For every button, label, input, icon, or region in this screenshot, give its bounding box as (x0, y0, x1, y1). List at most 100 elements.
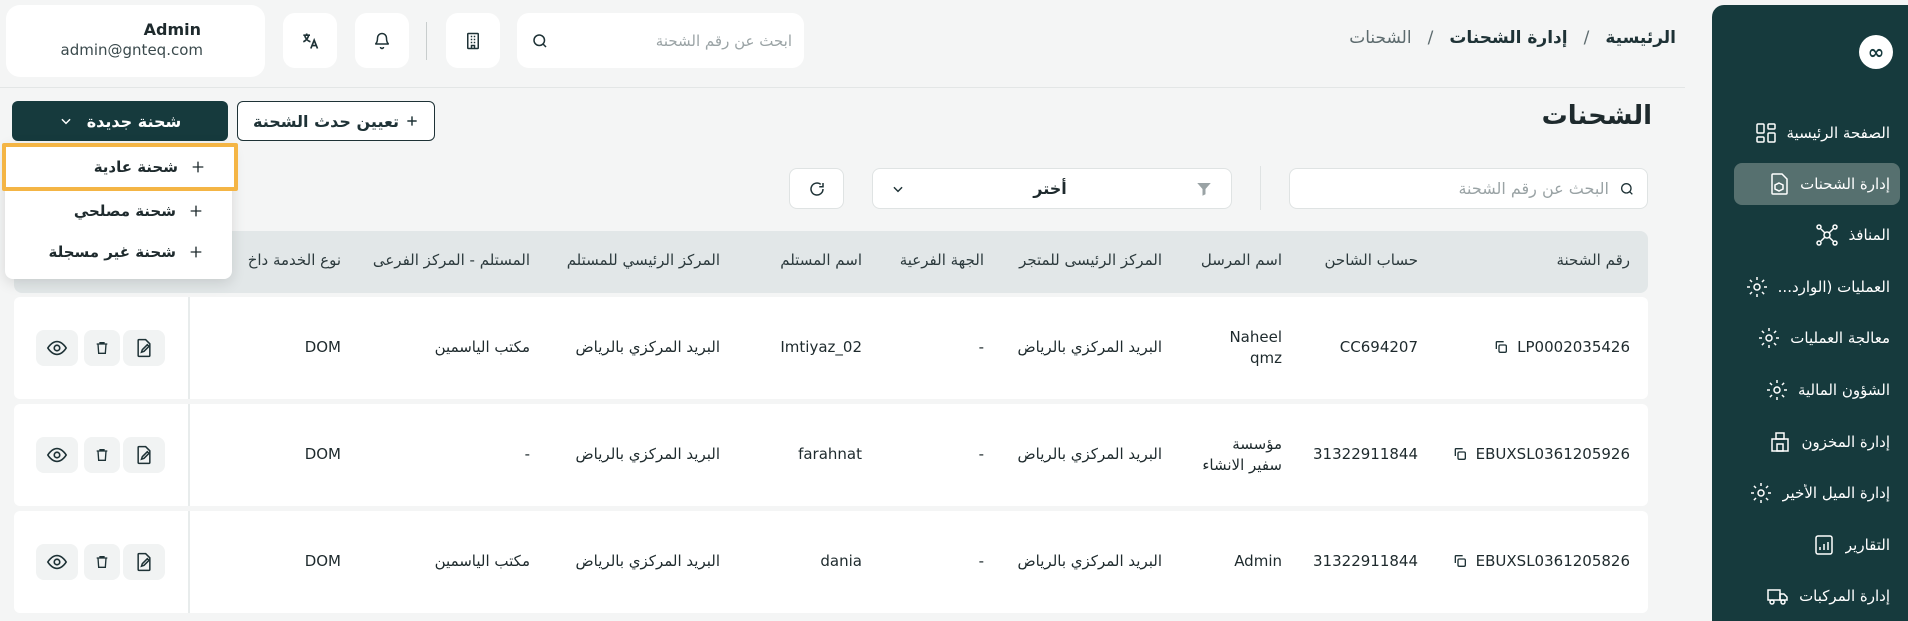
copy-icon[interactable] (1452, 553, 1468, 569)
sender-line: مؤسسة (1232, 435, 1282, 453)
cell-shipment-no: EBUXSL0361205826 (1452, 552, 1630, 570)
column-header-sub-entity[interactable]: الجهة الفرعية (900, 251, 984, 269)
column-header-receiver[interactable]: اسم المستلم (780, 251, 862, 269)
copy-icon[interactable] (1452, 446, 1468, 462)
plus-icon (190, 246, 202, 258)
eye-icon (46, 554, 68, 570)
search-icon (1621, 182, 1633, 195)
table-row[interactable]: EBUXSL0361205826 31322911844 Admin البري… (14, 511, 1648, 613)
assign-event-label: تعيين حدث الشحنة (252, 111, 400, 131)
actions-divider (188, 404, 190, 506)
cell-receiver-sub: مكتب الياسمين (434, 338, 530, 356)
logo[interactable]: ∞ (1859, 35, 1893, 69)
view-button[interactable] (36, 544, 78, 580)
menu-item-label: شحنة عادية (93, 158, 178, 176)
sidebar-item-ports[interactable]: المنافذ (1734, 214, 1900, 256)
sidebar-item-shipments[interactable]: إدارة الشحنات (1734, 163, 1900, 205)
sidebar-item-label: التقارير (1844, 536, 1890, 554)
table-row[interactable]: LP0002035426 CC694207 Naheel qmz البريد … (14, 297, 1648, 399)
eye-icon (46, 340, 68, 356)
sidebar: ∞ الصفحة الرئيسية إدارة الشحنات المنافذ … (1712, 5, 1908, 621)
sender-line: Naheel (1229, 328, 1282, 346)
user-name: Admin (143, 20, 201, 39)
breadcrumb-current: الشحنات (1349, 28, 1412, 48)
global-search-input[interactable] (572, 31, 792, 50)
bell-icon (374, 32, 390, 49)
copy-icon[interactable] (1493, 339, 1509, 355)
chevron-down-icon (893, 186, 903, 192)
gear-icon (1766, 380, 1787, 400)
notifications-button[interactable] (355, 13, 409, 68)
edit-document-icon (137, 445, 151, 465)
column-header-receiver-sub[interactable]: المستلم - المركز الفرعى (373, 251, 530, 269)
filter-divider (1260, 166, 1261, 210)
cell-receiver: dania (820, 552, 862, 570)
cell-sub-entity: - (978, 338, 984, 356)
table-row[interactable]: EBUXSL0361205926 31322911844 مؤسسة سفير … (14, 404, 1648, 506)
edit-button[interactable] (123, 437, 165, 473)
cell-receiver-center: البريد المركزي بالرياض (575, 445, 720, 463)
column-header-shipper-account[interactable]: حساب الشاحن (1325, 251, 1419, 269)
shipment-no-text[interactable]: EBUXSL0361205826 (1476, 552, 1630, 570)
cell-sender: Naheel qmz (1229, 327, 1282, 369)
column-header-store-center[interactable]: المركز الرئيسى للمتجر (1019, 251, 1162, 269)
building-button[interactable] (446, 13, 500, 68)
actions-divider (188, 297, 190, 399)
sidebar-item-home[interactable]: الصفحة الرئيسية (1734, 112, 1900, 154)
search-icon (533, 33, 547, 48)
cell-shipper-account: 31322911844 (1313, 445, 1418, 463)
menu-item-interest-shipment[interactable]: شحنة مصلحي (5, 191, 232, 231)
filter-select[interactable]: أختر (872, 168, 1232, 209)
language-button[interactable] (283, 13, 337, 68)
gear-icon (1759, 328, 1780, 348)
breadcrumb-section[interactable]: إدارة الشحنات (1449, 28, 1567, 48)
column-header-sender[interactable]: اسم المرسل (1201, 251, 1282, 269)
header-divider (426, 22, 427, 60)
menu-item-unregistered-shipment[interactable]: شحنة غير مسجلة (5, 232, 232, 272)
actions-divider (188, 511, 190, 613)
view-button[interactable] (36, 330, 78, 366)
filter-icon (1197, 182, 1211, 196)
sidebar-item-reports[interactable]: التقارير (1734, 524, 1900, 566)
trash-icon (96, 556, 108, 568)
sidebar-item-label: إدارة المخزون (1801, 433, 1890, 451)
sidebar-item-last-mile[interactable]: إدارة الميل الأخير (1734, 472, 1900, 514)
menu-item-regular-shipment[interactable]: شحنة عادية (2, 143, 238, 191)
global-search (517, 13, 804, 68)
network-icon (1816, 224, 1839, 246)
edit-button[interactable] (123, 330, 165, 366)
sidebar-item-operations-processing[interactable]: معالجة العمليات (1734, 317, 1900, 359)
cell-sub-entity: - (978, 552, 984, 570)
sidebar-item-vehicles[interactable]: إدارة المركبات (1734, 575, 1900, 617)
cell-store-center: البريد المركزي بالرياض (1017, 338, 1162, 356)
refresh-icon (809, 181, 824, 196)
shipment-no-text[interactable]: LP0002035426 (1517, 338, 1630, 356)
shipment-no-text[interactable]: EBUXSL0361205926 (1476, 445, 1630, 463)
cell-sender: Admin (1234, 552, 1282, 570)
refresh-button[interactable] (789, 168, 844, 209)
delete-button[interactable] (84, 437, 120, 473)
sidebar-item-finance[interactable]: الشؤون المالية (1734, 369, 1900, 411)
breadcrumb: الرئيسية / إدارة الشحنات / الشحنات (1349, 28, 1676, 48)
menu-item-label: شحنة غير مسجلة (48, 243, 176, 261)
report-icon (1815, 535, 1833, 555)
edit-button[interactable] (123, 544, 165, 580)
cell-service-type: DOM (304, 552, 341, 570)
user-card[interactable]: Admin admin@gnteq.com (6, 5, 265, 77)
assign-event-button[interactable]: تعيين حدث الشحنة (237, 101, 435, 141)
shipment-search-input[interactable] (1319, 179, 1609, 198)
view-button[interactable] (36, 437, 78, 473)
breadcrumb-home[interactable]: الرئيسية (1605, 28, 1676, 48)
sidebar-item-operations-inbound[interactable]: العمليات (الوارد... (1734, 266, 1900, 308)
column-header-receiver-center[interactable]: المركز الرئيسي للمستلم (567, 251, 720, 269)
sidebar-item-label: المنافذ (1848, 226, 1890, 244)
column-header-shipment-no[interactable]: رقم الشحنة (1556, 251, 1630, 269)
sidebar-item-inventory[interactable]: إدارة المخزون (1734, 421, 1900, 463)
cell-receiver-sub: - (524, 445, 530, 463)
delete-button[interactable] (84, 544, 120, 580)
trash-icon (96, 342, 108, 354)
new-shipment-button[interactable]: شحنة جديدة (12, 101, 228, 141)
chevron-down-icon (61, 118, 71, 125)
column-header-service-type[interactable]: نوع الخدمة داخ (248, 251, 341, 269)
delete-button[interactable] (84, 330, 120, 366)
